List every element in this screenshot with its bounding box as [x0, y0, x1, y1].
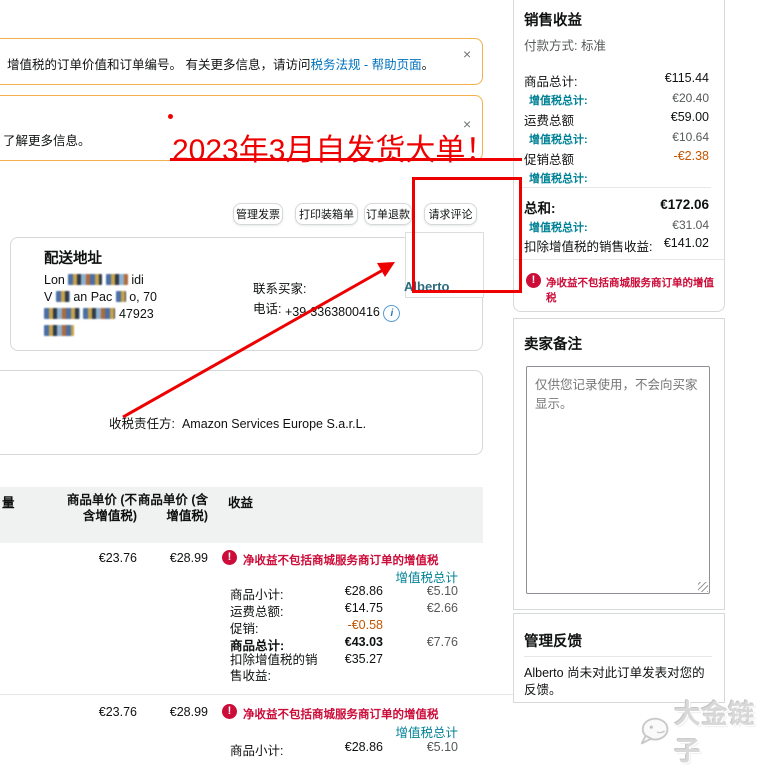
sales-proceeds-title: 销售收益 [524, 13, 582, 29]
col-qty: 量 [2, 496, 15, 510]
warning-icon: ! [222, 550, 237, 565]
sales-warning: 净收益不包括商城服务商订单的增值税 [546, 277, 714, 304]
order-refund-label: 订单退款 [366, 209, 410, 221]
info-notice-text: 了解更多信息。 [3, 134, 91, 148]
print-packing-slip-button[interactable]: 打印装箱单 [295, 203, 358, 225]
seller-notes-title: 卖家备注 [524, 337, 582, 353]
seller-notes-input[interactable] [526, 366, 710, 594]
row1-vat-warning: 净收益不包括商城服务商订单的增值税 [243, 555, 439, 567]
vat-notice-box: 增值税的订单价值和订单编号。 有关更多信息，请访问税务法规 - 帮助页面。 × [0, 38, 483, 85]
annotation-rectangle [412, 177, 522, 293]
redacted-block [55, 291, 70, 302]
col-proceeds: 收益 [228, 496, 254, 510]
sales-row-sub-label: 增值税总计: [529, 173, 588, 185]
warning-icon: ! [222, 704, 237, 719]
manage-feedback-card: 管理反馈 Alberto 尚未对此订单发表对您的反馈。 [513, 613, 725, 703]
vat-notice-text-suffix: 。 [421, 58, 435, 72]
breakdown-value: €43.03 [344, 635, 383, 649]
address-text: Lon [44, 273, 65, 287]
feedback-divider [524, 656, 712, 657]
vat-notice-text-main: 增值税的订单价值和订单编号。 有关更多信息，请访问 [7, 58, 311, 72]
sales-total-value: €172.06 [660, 197, 709, 212]
sales-divider [514, 259, 724, 260]
breakdown-vat: €7.76 [426, 635, 458, 649]
breakdown-vat: €5.10 [426, 584, 458, 598]
order-refund-button[interactable]: 订单退款 [364, 203, 412, 225]
address-text: V [44, 290, 53, 304]
manage-invoice-button[interactable]: 管理发票 [233, 203, 283, 225]
redacted-block [44, 308, 80, 319]
breakdown-value: €35.27 [344, 652, 383, 666]
payment-method: 付款方式: 标准 [524, 39, 606, 53]
sales-proceeds-card: 销售收益 付款方式: 标准 商品总计: €115.44 增值税总计: €20.4… [513, 0, 725, 312]
sales-total-vat-value: €31.04 [672, 218, 709, 232]
annotation-arrow [122, 262, 395, 419]
row-divider [0, 694, 513, 695]
sales-row-value: -€2.38 [673, 149, 709, 163]
sales-row-label: 促销总额 [524, 153, 575, 167]
redacted-block [44, 325, 74, 336]
manage-invoice-label: 管理发票 [236, 209, 280, 221]
shipping-address-title: 配送地址 [44, 251, 102, 267]
sales-row-value: €115.44 [664, 71, 709, 85]
row2-vat-warning: 净收益不包括商城服务商订单的增值税 [243, 709, 439, 721]
manage-feedback-title: 管理反馈 [524, 634, 582, 650]
watermark: 大金链子 [638, 694, 777, 768]
sales-row-label: 商品总计: [524, 75, 578, 89]
breakdown-value: €28.86 [344, 584, 383, 598]
row2-price-inc-vat: €28.99 [169, 705, 208, 719]
sales-row-value: €59.00 [670, 110, 709, 124]
breakdown-vat: €5.10 [426, 740, 458, 754]
breakdown-value: -€0.58 [347, 618, 383, 632]
resize-handle[interactable] [698, 582, 708, 592]
sales-divider [522, 187, 711, 188]
warning-icon: ! [526, 273, 541, 288]
annotation-title: 2023年3月自发货大单！ [172, 134, 496, 167]
tax-policy-link[interactable]: 税务法规 - 帮助页面 [310, 58, 421, 72]
breakdown-value: €14.75 [344, 601, 383, 615]
watermark-text: 大金链子 [674, 699, 756, 766]
sales-row-sub-label: 增值税总计: [529, 95, 588, 107]
col-price-ex-vat: 商品单价 (不含增值税) [66, 493, 137, 523]
close-icon[interactable]: × [463, 47, 471, 61]
print-packing-slip-label: 打印装箱单 [299, 209, 354, 221]
seller-notes-card: 卖家备注 [513, 318, 725, 610]
sales-net-value: €141.02 [663, 236, 709, 250]
sales-row-sub-label: 增值税总计: [529, 134, 588, 146]
col-price-inc-vat: 商品单价 (含增值税) [137, 493, 208, 523]
redacted-block [68, 274, 103, 285]
sales-total-label: 总和: [524, 201, 556, 216]
shipping-address-line4 [44, 324, 74, 338]
sales-row-sub-value: €20.40 [672, 91, 709, 105]
row2-vat-total-header: 增值税总计 [395, 726, 458, 740]
sales-row-sub-value: €10.64 [672, 130, 709, 144]
row1-price-ex-vat: €23.76 [98, 551, 137, 565]
vat-notice-text: 增值税的订单价值和订单编号。 有关更多信息，请访问税务法规 - 帮助页面。 [7, 54, 434, 73]
row2-price-ex-vat: €23.76 [98, 705, 137, 719]
sales-row-label: 运费总额 [524, 114, 575, 128]
annotation-dot [168, 114, 173, 119]
chat-bubble-icon [640, 717, 669, 745]
breakdown-value: €28.86 [344, 740, 383, 754]
sales-total-vat-label: 增值税总计: [529, 222, 588, 234]
annotation-underline [170, 158, 522, 161]
row1-price-inc-vat: €28.99 [169, 551, 208, 565]
breakdown-vat: €2.66 [426, 601, 458, 615]
